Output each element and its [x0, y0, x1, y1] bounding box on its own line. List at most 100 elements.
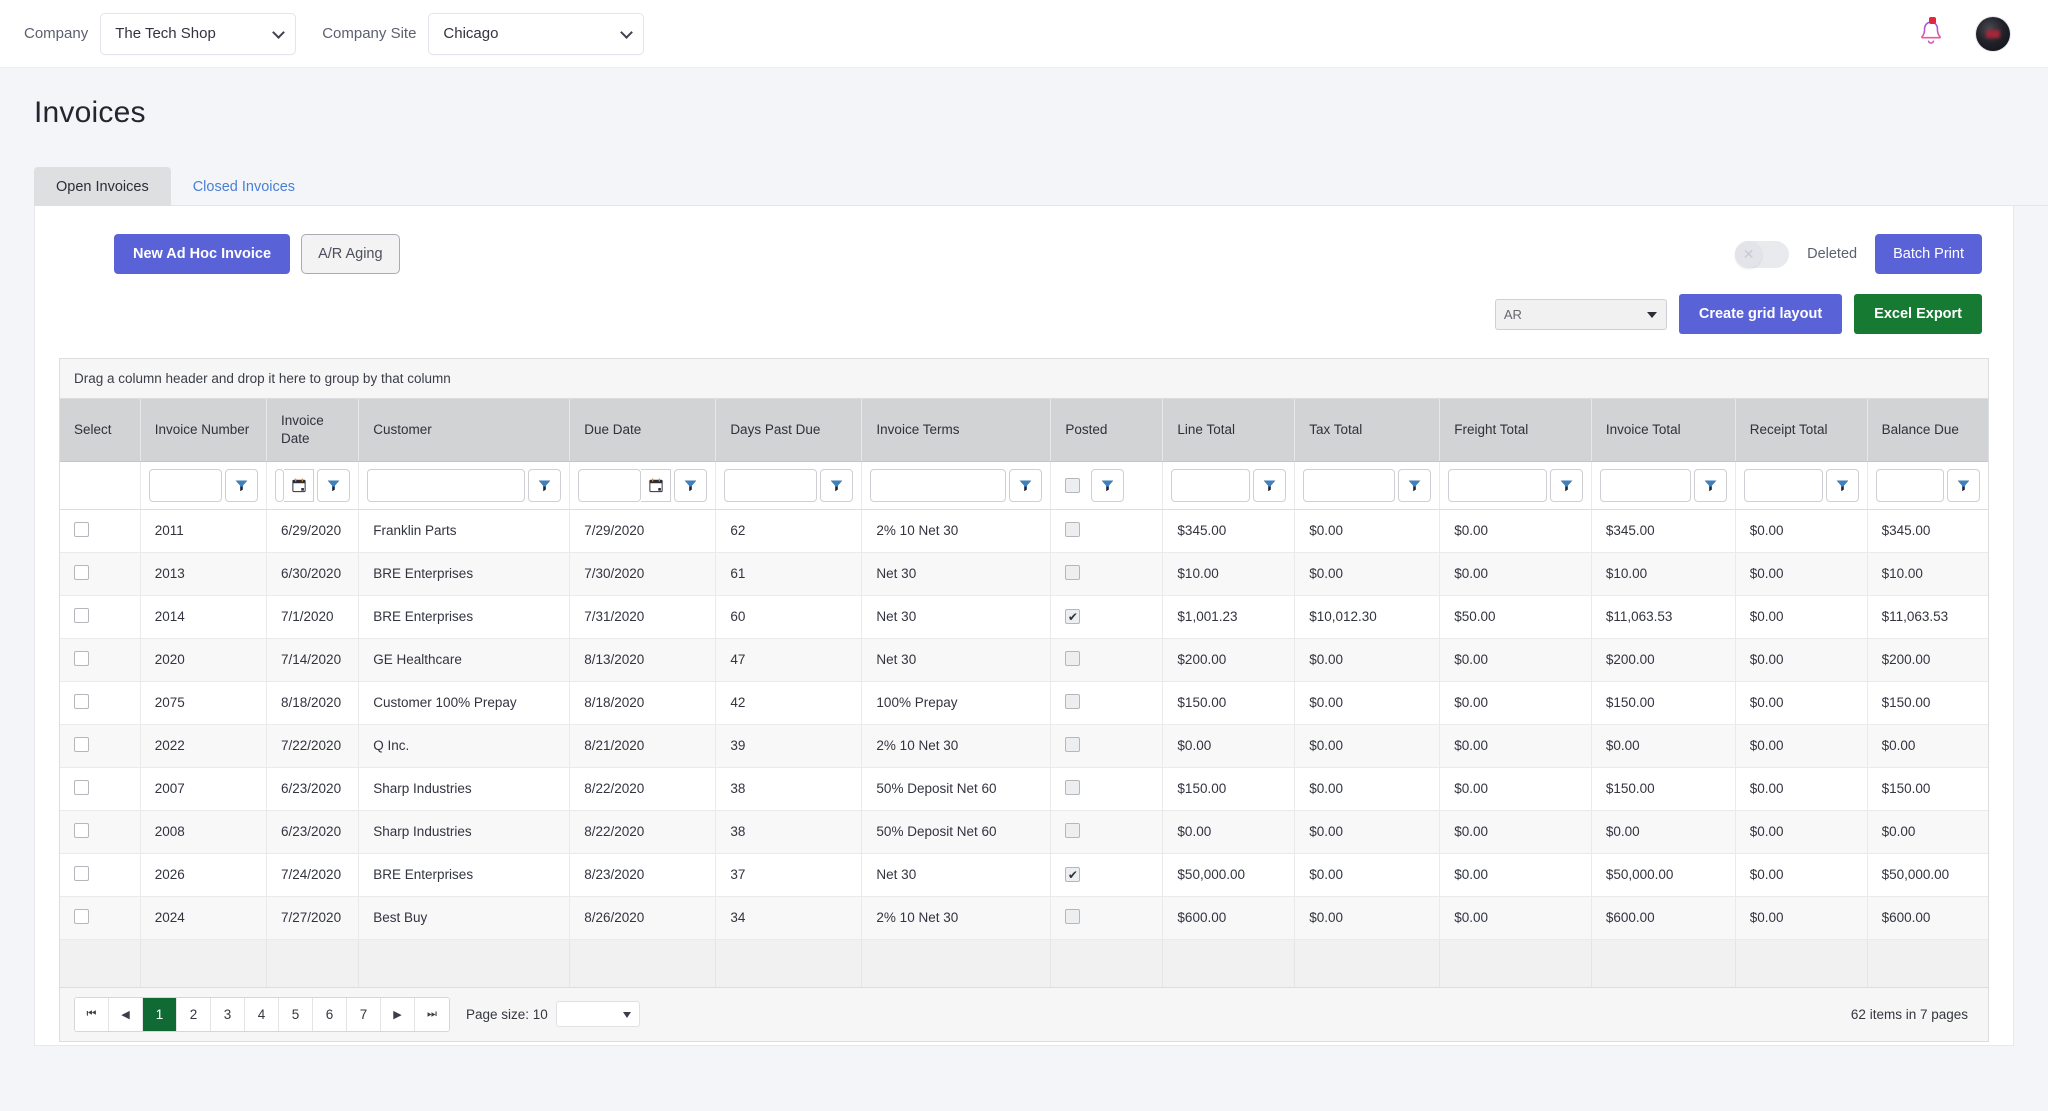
- filter-menu-button[interactable]: [674, 468, 708, 502]
- filter-input-customer[interactable]: [367, 468, 526, 502]
- filter-menu-button[interactable]: [1693, 468, 1727, 502]
- filter-menu-button[interactable]: [1825, 468, 1859, 502]
- pager-page-5[interactable]: 5: [279, 997, 313, 1031]
- filter-menu-button[interactable]: [1091, 468, 1125, 502]
- page-size-select[interactable]: [555, 1001, 640, 1027]
- filter-input-due-date[interactable]: [578, 468, 642, 502]
- pager-page-2[interactable]: 2: [177, 997, 211, 1031]
- filter-input-invoice-number[interactable]: [148, 468, 223, 502]
- table-row[interactable]: 2020 7/14/2020 GE Healthcare 8/13/2020 47 Net…: [60, 638, 1988, 682]
- posted-checkbox[interactable]: [1065, 693, 1081, 709]
- pager-page-7[interactable]: 7: [347, 997, 381, 1031]
- row-select-checkbox[interactable]: [74, 650, 89, 666]
- grid-layout-select[interactable]: AR: [1494, 298, 1667, 330]
- page-size-control[interactable]: Page size: 10: [466, 1001, 640, 1027]
- row-select-checkbox[interactable]: [74, 865, 89, 881]
- posted-checkbox[interactable]: [1065, 908, 1081, 924]
- table-row[interactable]: 2026 7/24/2020 BRE Enterprises 8/23/2020 37 N…: [60, 853, 1988, 897]
- filter-menu-button[interactable]: [1009, 468, 1043, 502]
- pager-prev-button[interactable]: ◀: [109, 997, 143, 1031]
- pager-next-button[interactable]: ▶: [381, 997, 415, 1031]
- filter-input-line-total[interactable]: [1171, 468, 1251, 502]
- column-header-invoice-date[interactable]: Invoice Date: [266, 399, 360, 462]
- table-row[interactable]: 2014 7/1/2020 BRE Enterprises 7/31/2020 60 Ne…: [60, 595, 1988, 639]
- company-site-select[interactable]: Chicago: [428, 12, 645, 55]
- pager-page-6[interactable]: 6: [313, 997, 347, 1031]
- posted-checkbox[interactable]: ✔: [1065, 867, 1081, 883]
- company-select[interactable]: The Tech Shop: [100, 12, 297, 55]
- column-header-days-past-due[interactable]: Days Past Due: [715, 399, 863, 462]
- filter-menu-button[interactable]: [1398, 468, 1432, 502]
- table-row[interactable]: 2013 6/30/2020 BRE Enterprises 7/30/2020 61 N…: [60, 552, 1988, 596]
- pager-page-4[interactable]: 4: [245, 997, 279, 1031]
- ar-aging-button[interactable]: A/R Aging: [301, 234, 400, 274]
- pager-first-button[interactable]: ⏮: [75, 997, 109, 1031]
- column-header-freight-total[interactable]: Freight Total: [1439, 399, 1592, 462]
- filter-input-balance-due[interactable]: [1875, 468, 1944, 502]
- filter-input-receipt-total[interactable]: [1743, 468, 1823, 502]
- batch-print-button[interactable]: Batch Print: [1875, 234, 1982, 274]
- column-header-due-date[interactable]: Due Date: [569, 399, 717, 462]
- filter-menu-button[interactable]: [1947, 468, 1980, 502]
- pager-last-button[interactable]: ⏭: [415, 997, 449, 1031]
- table-row[interactable]: 2022 7/22/2020 Q Inc. 8/21/2020 39 2% 10 Net …: [60, 724, 1988, 768]
- row-select-checkbox[interactable]: [74, 521, 89, 537]
- table-row[interactable]: 2011 6/29/2020 Franklin Parts 7/29/2020 62 2%…: [60, 509, 1988, 553]
- column-header-posted[interactable]: Posted: [1050, 399, 1164, 462]
- filter-date-picker-button[interactable]: [284, 468, 315, 502]
- column-header-line-total[interactable]: Line Total: [1162, 399, 1296, 462]
- filter-menu-button[interactable]: [317, 468, 351, 502]
- column-header-customer[interactable]: Customer: [358, 399, 571, 462]
- filter-input-invoice-total[interactable]: [1599, 468, 1691, 502]
- table-row[interactable]: 2024 7/27/2020 Best Buy 8/26/2020 34 2% 10 Ne…: [60, 896, 1988, 940]
- column-header-balance-due[interactable]: Balance Due: [1867, 399, 1988, 462]
- filter-menu-button[interactable]: [1253, 468, 1287, 502]
- filter-input-days-past-due[interactable]: [724, 468, 818, 502]
- filter-menu-button[interactable]: [225, 468, 259, 502]
- filter-menu-button[interactable]: [528, 468, 562, 502]
- row-select-checkbox[interactable]: [74, 693, 89, 709]
- filter-menu-button[interactable]: [1549, 468, 1583, 502]
- posted-checkbox[interactable]: [1065, 521, 1081, 537]
- column-header-invoice-number[interactable]: Invoice Number: [140, 399, 268, 462]
- posted-checkbox[interactable]: [1065, 564, 1081, 580]
- avatar[interactable]: [1976, 16, 2010, 51]
- column-header-invoice-total[interactable]: Invoice Total: [1591, 399, 1736, 462]
- tab-open-invoices[interactable]: Open Invoices: [34, 167, 171, 206]
- column-header-invoice-terms[interactable]: Invoice Terms: [861, 399, 1052, 462]
- filter-input-tax-total[interactable]: [1303, 468, 1396, 502]
- column-header-receipt-total[interactable]: Receipt Total: [1735, 399, 1868, 462]
- excel-export-button[interactable]: Excel Export: [1854, 294, 1982, 334]
- column-header-tax-total[interactable]: Tax Total: [1294, 399, 1441, 462]
- row-select-checkbox[interactable]: [74, 908, 89, 924]
- new-ad-hoc-invoice-button[interactable]: New Ad Hoc Invoice: [114, 234, 291, 274]
- pager-page-1[interactable]: 1: [143, 997, 177, 1031]
- create-grid-layout-button[interactable]: Create grid layout: [1678, 294, 1843, 334]
- deleted-toggle[interactable]: ✕: [1735, 240, 1790, 268]
- filter-checkbox-posted[interactable]: [1065, 477, 1081, 493]
- filler-cell: [1294, 939, 1441, 988]
- posted-checkbox[interactable]: [1065, 650, 1081, 666]
- filter-date-picker-button[interactable]: [641, 468, 672, 502]
- posted-checkbox[interactable]: ✔: [1065, 609, 1081, 625]
- table-row[interactable]: 2008 6/23/2020 Sharp Industries 8/22/2020 38…: [60, 810, 1988, 854]
- tab-closed-invoices[interactable]: Closed Invoices: [171, 167, 317, 206]
- row-select-checkbox[interactable]: [74, 822, 89, 838]
- table-row[interactable]: 2075 8/18/2020 Customer 100% Prepay 8/18/20…: [60, 681, 1988, 725]
- row-select-checkbox[interactable]: [74, 736, 89, 752]
- row-select-checkbox[interactable]: [74, 564, 89, 580]
- group-by-dropzone[interactable]: Drag a column header and drop it here to…: [60, 359, 1988, 399]
- column-header-select[interactable]: Select: [60, 399, 141, 462]
- posted-checkbox[interactable]: [1065, 736, 1081, 752]
- filter-input-invoice-date[interactable]: [275, 468, 285, 502]
- filter-input-freight-total[interactable]: [1448, 468, 1547, 502]
- table-row[interactable]: 2007 6/23/2020 Sharp Industries 8/22/2020 38…: [60, 767, 1988, 811]
- posted-checkbox[interactable]: [1065, 822, 1081, 838]
- pager-page-3[interactable]: 3: [211, 997, 245, 1031]
- filter-menu-button[interactable]: [820, 468, 854, 502]
- row-select-checkbox[interactable]: [74, 779, 89, 795]
- filter-input-invoice-terms[interactable]: [870, 468, 1007, 502]
- notifications-button[interactable]: [1916, 16, 1946, 51]
- row-select-checkbox[interactable]: [74, 607, 89, 623]
- posted-checkbox[interactable]: [1065, 779, 1081, 795]
